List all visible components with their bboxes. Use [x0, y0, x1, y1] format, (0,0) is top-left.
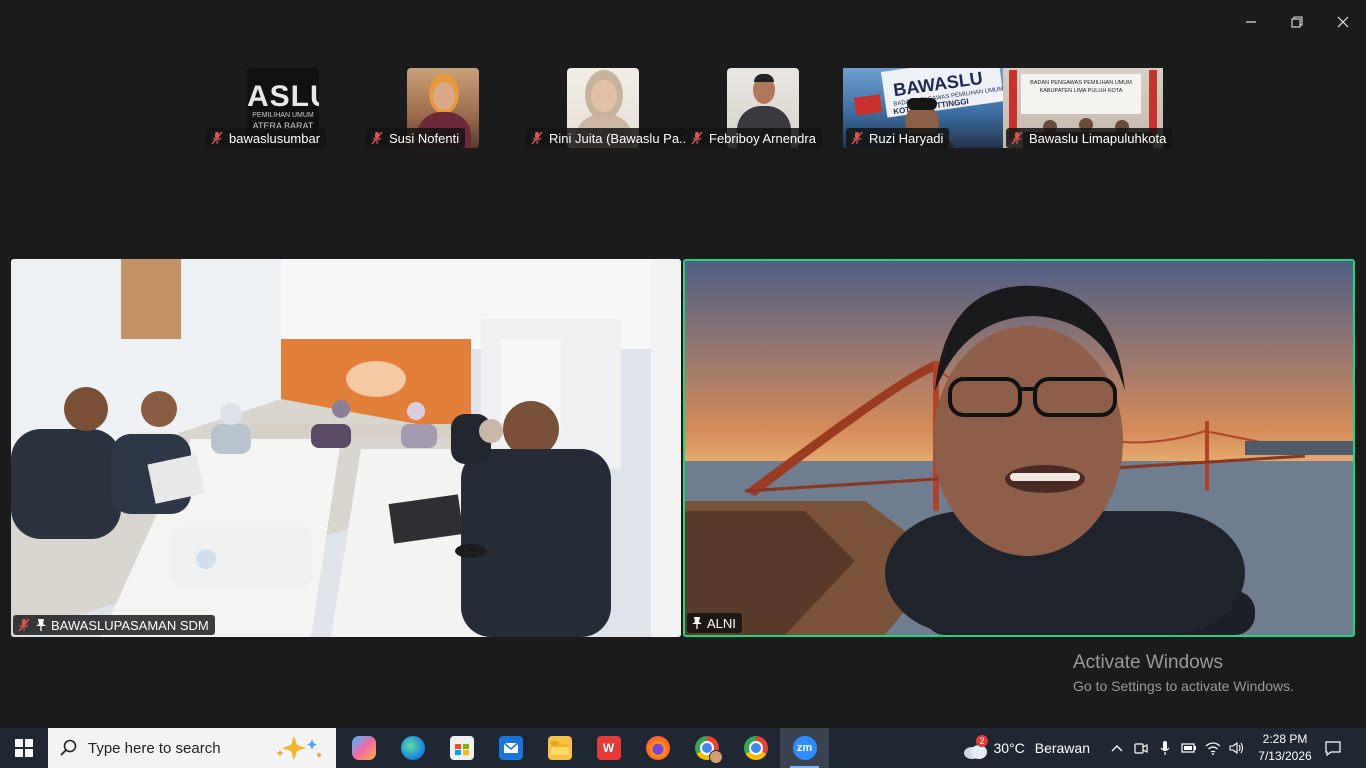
close-icon — [1337, 16, 1349, 28]
taskbar-app-outlook[interactable] — [486, 728, 535, 768]
taskbar-app-wps[interactable]: W — [584, 728, 633, 768]
microphone-icon — [1160, 741, 1170, 755]
chrome-icon — [743, 736, 768, 760]
mic-muted-icon — [18, 618, 30, 632]
battery-icon — [1181, 743, 1196, 753]
video-feed — [11, 259, 681, 637]
logo-subtext: PEMILIHAN UMUM — [252, 112, 314, 119]
outlook-icon — [498, 736, 523, 760]
show-hidden-icons-button[interactable] — [1106, 728, 1128, 768]
camera-icon — [1134, 743, 1148, 754]
participant-name: Rini Juita (Bawaslu Pa... — [549, 130, 686, 146]
mic-muted-icon — [1011, 131, 1023, 145]
participant-name: bawaslusumbar — [229, 130, 321, 146]
watermark-title: Activate Windows — [1073, 652, 1223, 673]
mic-muted-icon — [371, 131, 383, 145]
search-placeholder: Type here to search — [88, 739, 221, 757]
logo-text: ASLU — [247, 80, 319, 113]
taskbar-app-edge[interactable] — [388, 728, 437, 768]
participant-label: ALNI — [687, 613, 742, 633]
activate-windows-watermark: Activate Windows Go to Settings to activ… — [1073, 652, 1294, 694]
copilot-icon — [351, 736, 376, 760]
participant-label: BAWASLUPASAMAN SDM — [13, 615, 215, 635]
participant-name: ALNI — [707, 615, 736, 631]
network-tray-button[interactable] — [1202, 728, 1224, 768]
cloud-icon: 2 — [962, 735, 988, 759]
restore-icon — [1291, 16, 1303, 28]
participant-label: Bawaslu Limapuluhkota — [1006, 128, 1173, 148]
firefox-icon — [645, 736, 670, 760]
zoom-icon: zm — [792, 736, 817, 760]
video-tile-alni[interactable]: ALNI — [683, 259, 1355, 637]
banner-text: BADAN PENGAWAS PEMILIHAN UMUM — [1030, 80, 1132, 86]
notifications-button[interactable] — [1318, 728, 1348, 768]
participant-name: Febriboy Arnendra — [709, 130, 816, 146]
participant-label: bawaslusumbar — [206, 128, 327, 148]
windows-logo-icon — [15, 739, 33, 757]
participant-label: Febriboy Arnendra — [686, 128, 822, 148]
participant-name: Susi Nofenti — [389, 130, 460, 146]
close-button[interactable] — [1320, 8, 1366, 36]
video-tile-bawaslupasaman[interactable]: BAWASLUPASAMAN SDM — [11, 259, 681, 637]
notification-icon — [1325, 741, 1341, 756]
start-button[interactable] — [0, 728, 48, 768]
edge-icon — [400, 736, 425, 760]
minimize-button[interactable] — [1228, 8, 1274, 36]
video-feed — [685, 261, 1353, 635]
participant-label: Rini Juita (Bawaslu Pa... — [526, 128, 686, 148]
minimize-icon — [1246, 21, 1256, 23]
participant-label: Susi Nofenti — [366, 128, 466, 148]
clock-date: 7/13/2026 — [1258, 749, 1312, 763]
search-icon — [60, 739, 77, 756]
weather-widget[interactable]: 2 30°C Berawan — [962, 728, 1090, 768]
participant-name: BAWASLUPASAMAN SDM — [51, 617, 209, 633]
taskbar-app-copilot[interactable] — [339, 728, 388, 768]
participant-label: Ruzi Haryadi — [846, 128, 950, 148]
taskbar-app-zoom[interactable]: zm — [780, 728, 829, 768]
speaker-icon — [1229, 741, 1244, 755]
participant-name: Bawaslu Limapuluhkota — [1029, 130, 1167, 146]
taskbar-app-file-explorer[interactable] — [535, 728, 584, 768]
watermark-subtitle: Go to Settings to activate Windows. — [1073, 678, 1294, 694]
camera-tray-button[interactable] — [1130, 728, 1152, 768]
wifi-icon — [1205, 742, 1221, 755]
taskbar-app-firefox[interactable] — [633, 728, 682, 768]
chrome-profile-icon — [694, 736, 723, 764]
file-explorer-icon — [547, 736, 572, 760]
mic-muted-icon — [851, 131, 863, 145]
banner-text: KABUPATEN LIMA PULUH KOTA — [1039, 88, 1123, 94]
restore-button[interactable] — [1274, 8, 1320, 36]
volume-tray-button[interactable] — [1226, 728, 1248, 768]
weather-temp: 30°C — [993, 740, 1025, 756]
taskbar: Type here to search W zm 2 30°C Berawan … — [0, 728, 1366, 768]
wps-office-icon: W — [596, 736, 621, 760]
taskbar-search[interactable]: Type here to search — [48, 728, 336, 768]
microphone-tray-button[interactable] — [1154, 728, 1176, 768]
chevron-up-icon — [1111, 745, 1123, 752]
pin-icon — [36, 619, 46, 631]
mic-muted-icon — [531, 131, 543, 145]
pin-icon — [692, 617, 702, 629]
battery-tray-button[interactable] — [1178, 728, 1200, 768]
taskbar-app-chrome-profile[interactable] — [682, 728, 731, 768]
microsoft-store-icon — [449, 736, 474, 760]
weather-condition: Berawan — [1034, 740, 1090, 756]
mic-muted-icon — [691, 131, 703, 145]
participant-name: Ruzi Haryadi — [869, 130, 944, 146]
clock-time: 2:28 PM — [1262, 732, 1308, 746]
taskbar-app-chrome[interactable] — [731, 728, 780, 768]
taskbar-app-store[interactable] — [437, 728, 486, 768]
search-highlight-icon — [276, 736, 321, 760]
taskbar-clock[interactable]: 2:28 PM 7/13/2026 — [1246, 728, 1324, 768]
weather-badge: 2 — [976, 735, 988, 747]
mic-muted-icon — [211, 131, 223, 145]
